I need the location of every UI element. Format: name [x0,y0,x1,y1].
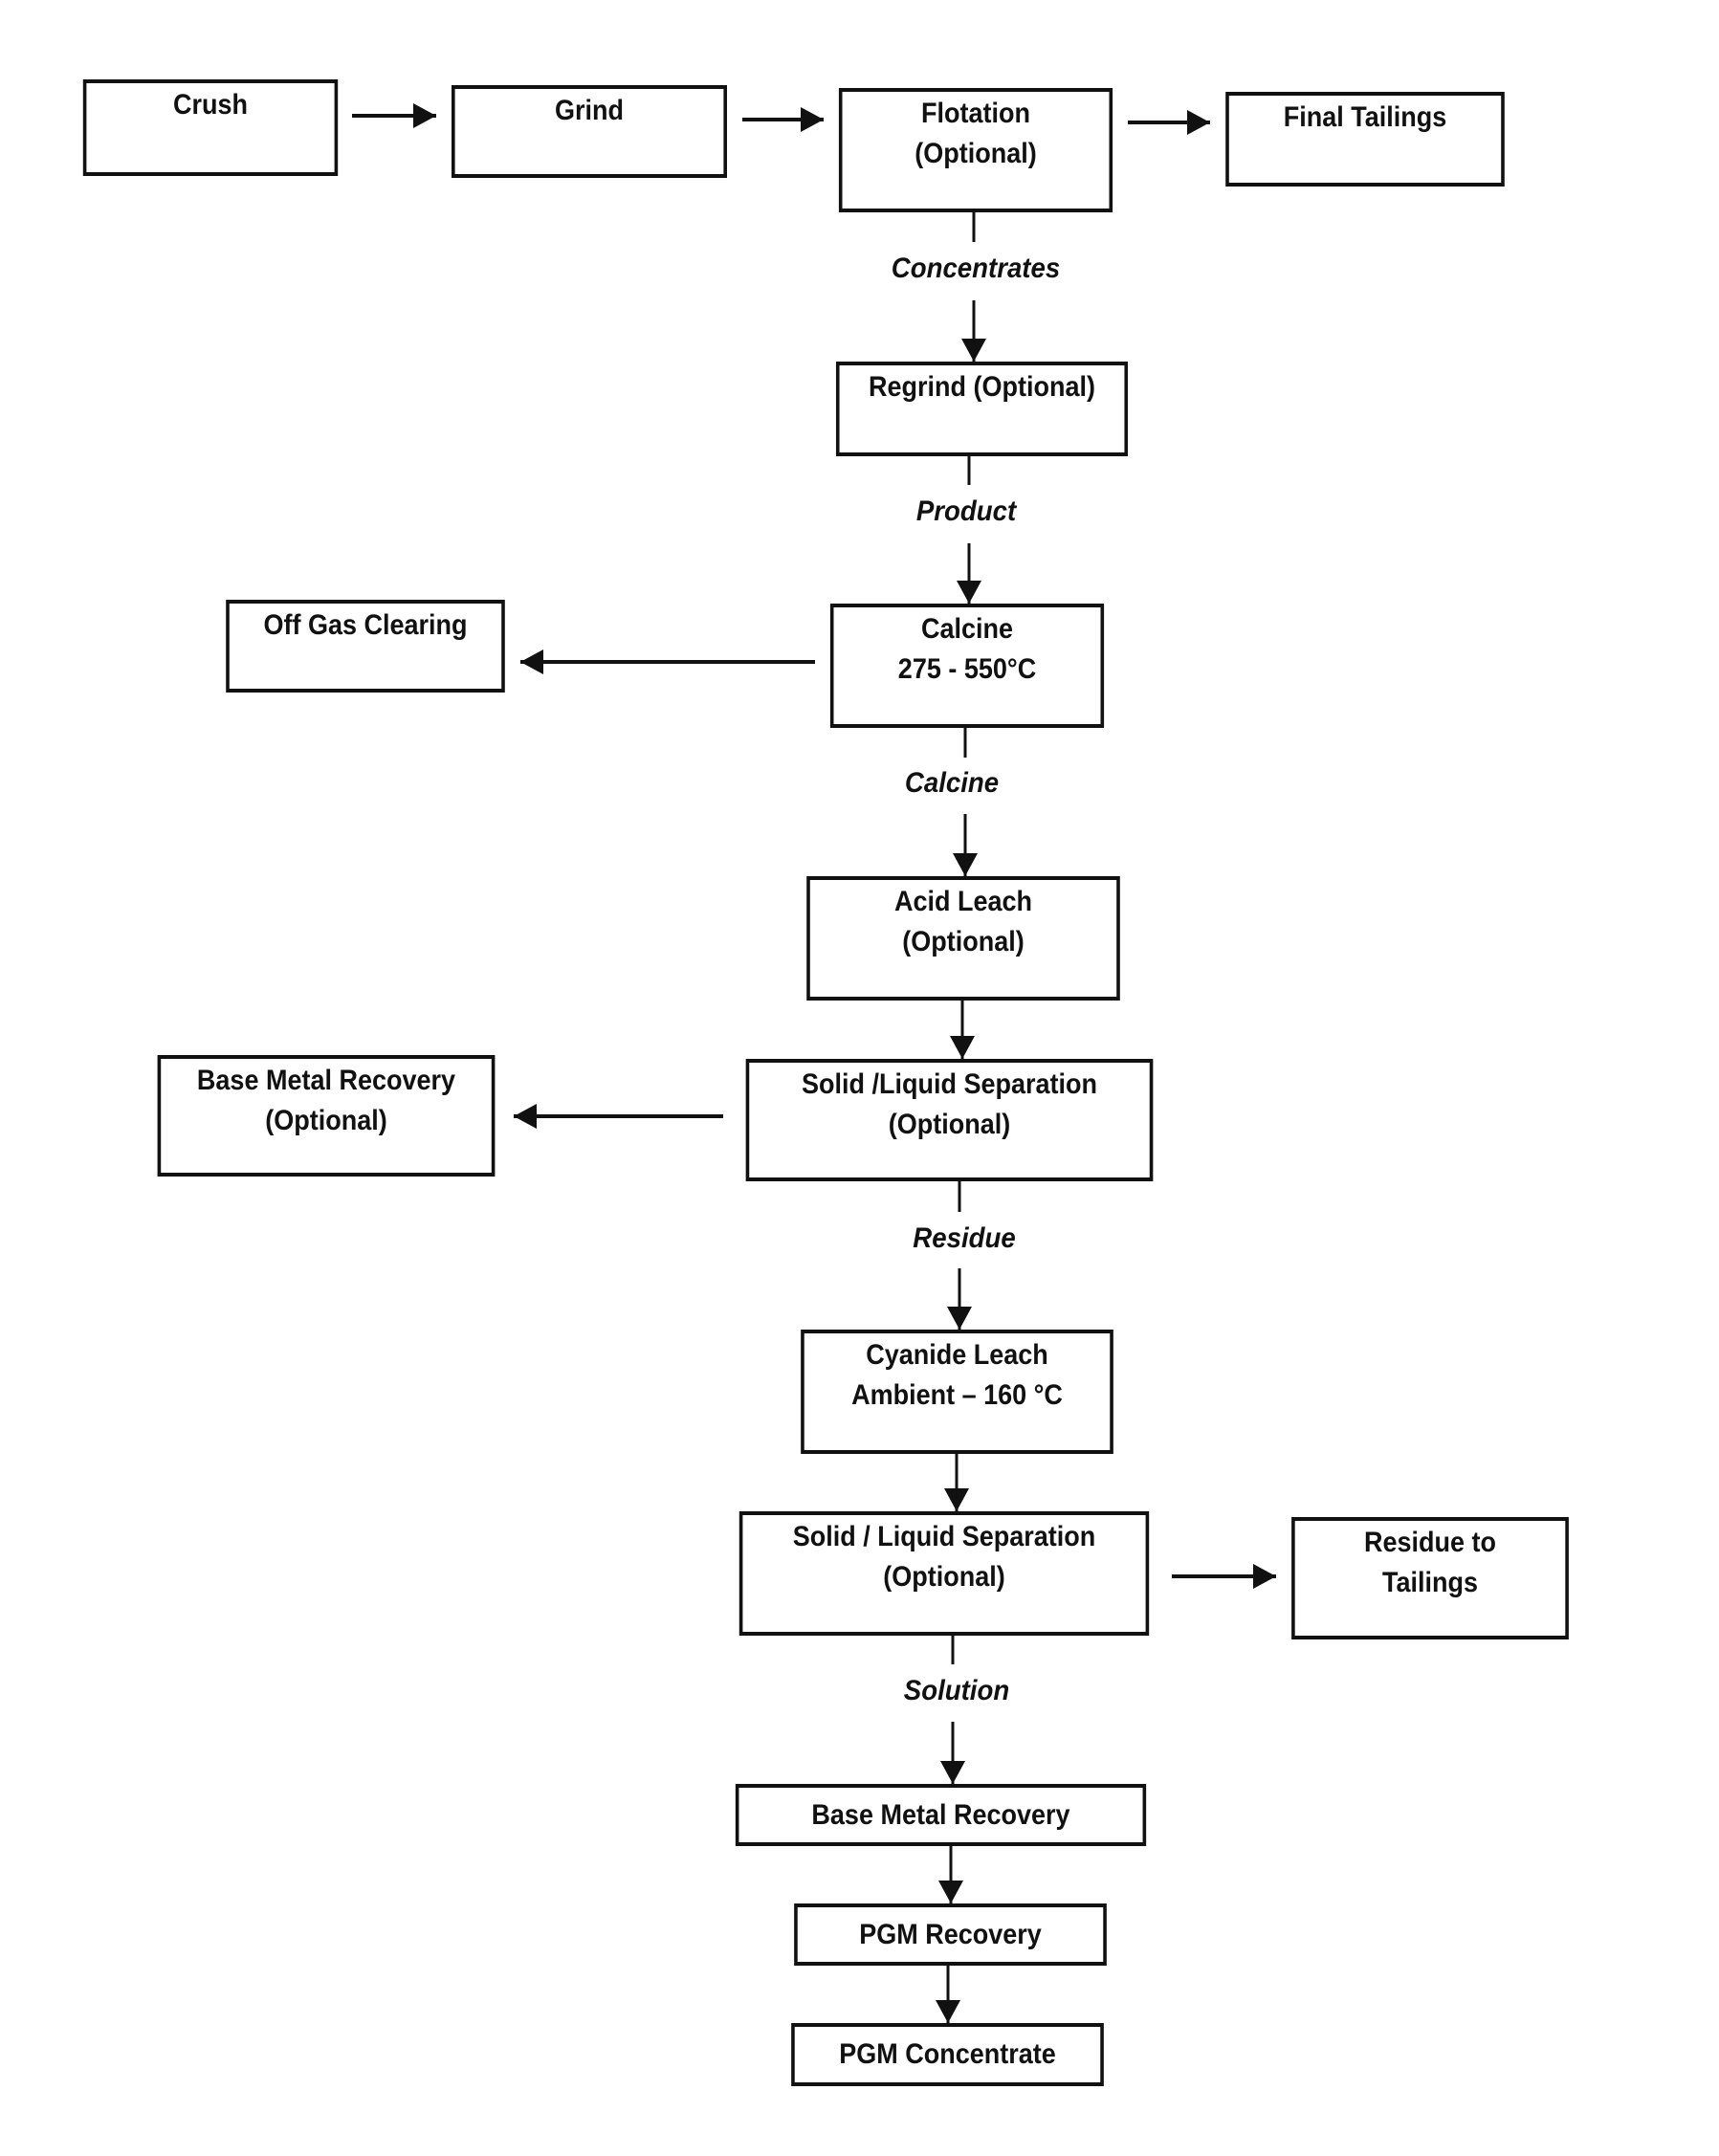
connector-pgm-recovery-concentrate-arrowhead-icon [936,2000,960,2023]
box-text-line: Acid Leach [893,886,1033,917]
box-text: Residue to Tailings [1295,1523,1566,1603]
flow-label-solution: Solution [903,1675,1010,1706]
box-text-line: (Optional) [915,138,1037,169]
connector-calcine-offgas-arrowhead-icon [520,649,543,674]
connector-product-calcine-arrowhead-icon [957,581,981,604]
box-text: Solid /Liquid Separation (Optional) [749,1065,1150,1145]
box-text-line: Base Metal Recovery [811,1798,1070,1831]
box-text-line: (Optional) [265,1105,387,1136]
connector-flotation-final-tailings-arrowhead-icon [1187,110,1210,135]
box-text-line: Flotation [921,98,1030,129]
box-text-line: Solid / Liquid Separation [792,1521,1096,1552]
box-text: Base Metal Recovery [738,1795,1142,1836]
flow-label-residue: Residue [913,1222,1016,1254]
process-box-pgm-concentrate: PGM Concentrate [791,2023,1104,2086]
process-box-calcine: Calcine 275 - 550°C [829,604,1105,728]
box-text: Crush [86,85,334,125]
box-text: Off Gas Clearing [230,605,501,646]
box-text: PGM Concentrate [795,2035,1101,2075]
connector-base-metal-pgm-recovery-arrowhead-icon [938,1881,963,1903]
process-box-cyanide-leach: Cyanide Leach Ambient – 160 °C [801,1330,1113,1454]
box-text: Flotation (Optional) [843,94,1110,174]
connector-sl-sep-1-base-metal-arrowhead-icon [514,1104,537,1129]
box-text: Solid / Liquid Separation (Optional) [742,1517,1145,1597]
process-box-base-metal-recovery-optional: Base Metal Recovery (Optional) [157,1055,496,1177]
box-text: PGM Recovery [798,1915,1104,1955]
box-text-line: Off Gas Clearing [263,609,468,641]
flow-label-concentrates: Concentrates [891,253,1061,284]
box-text-line: Crush [172,89,249,121]
box-text-line: Residue to [1363,1527,1497,1558]
box-text-line: PGM Concentrate [839,2038,1056,2070]
process-box-solid-liquid-separation-2: Solid / Liquid Separation (Optional) [738,1511,1150,1636]
process-box-crush: Crush [82,79,339,176]
box-text: Calcine 275 - 550°C [834,609,1101,690]
box-text: Base Metal Recovery (Optional) [161,1061,492,1141]
process-box-residue-to-tailings: Residue to Tailings [1291,1517,1569,1639]
box-text-line: 275 - 550°C [897,653,1037,685]
process-box-solid-liquid-separation-1: Solid /Liquid Separation (Optional) [745,1059,1154,1181]
process-box-base-metal-recovery: Base Metal Recovery [735,1784,1147,1846]
box-text-line: PGM Recovery [859,1918,1042,1950]
box-text-line: Grind [555,95,624,126]
box-text-line: Calcine [920,613,1014,645]
process-box-regrind: Regrind (Optional) [835,362,1129,456]
connector-residue-cyanide-leach-arrowhead-icon [947,1307,972,1330]
connector-concentrates-regrind-arrowhead-icon [961,339,986,362]
box-text-line: Ambient – 160 °C [851,1379,1063,1411]
box-text-line: Tailings [1381,1567,1479,1598]
flow-label-calcine: Calcine [904,767,1000,799]
connector-acid-leach-sl-sep-1-arrowhead-icon [950,1036,975,1059]
process-box-grind: Grind [452,85,727,178]
box-text: Final Tailings [1229,98,1501,138]
box-text: Cyanide Leach Ambient – 160 °C [804,1335,1111,1416]
box-text-line: (Optional) [888,1109,1011,1140]
box-text: Grind [455,91,724,131]
process-box-acid-leach: Acid Leach (Optional) [806,876,1120,1001]
flowchart-canvas: Crush Grind Flotation (Optional) Final Ta… [0,0,1719,2156]
process-box-pgm-recovery: PGM Recovery [794,1903,1107,1966]
process-box-final-tailings: Final Tailings [1225,92,1505,187]
box-text-line: (Optional) [902,926,1025,957]
flow-label-product: Product [915,495,1017,527]
connector-solution-base-metal-arrowhead-icon [940,1761,965,1784]
process-box-flotation: Flotation (Optional) [838,88,1113,212]
box-text-line: Base Metal Recovery [196,1065,456,1096]
box-text: Acid Leach (Optional) [810,882,1116,962]
box-text-line: Solid /Liquid Separation [801,1068,1098,1100]
box-text-line: (Optional) [883,1561,1005,1593]
connector-calcine-acid-leach-arrowhead-icon [953,853,978,876]
connector-sl-sep-2-residue-tailings-arrowhead-icon [1253,1564,1276,1589]
box-text: Regrind (Optional) [840,367,1125,407]
process-box-off-gas-clearing: Off Gas Clearing [226,600,505,693]
connector-crush-grind-arrowhead-icon [413,103,436,128]
box-text-line: Final Tailings [1283,101,1447,133]
connector-cyanide-leach-sl-sep-2-arrowhead-icon [944,1488,969,1511]
connector-grind-flotation-arrowhead-icon [801,107,824,132]
box-text-line: Cyanide Leach [866,1339,1048,1371]
box-text-line: Regrind (Optional) [869,371,1095,403]
